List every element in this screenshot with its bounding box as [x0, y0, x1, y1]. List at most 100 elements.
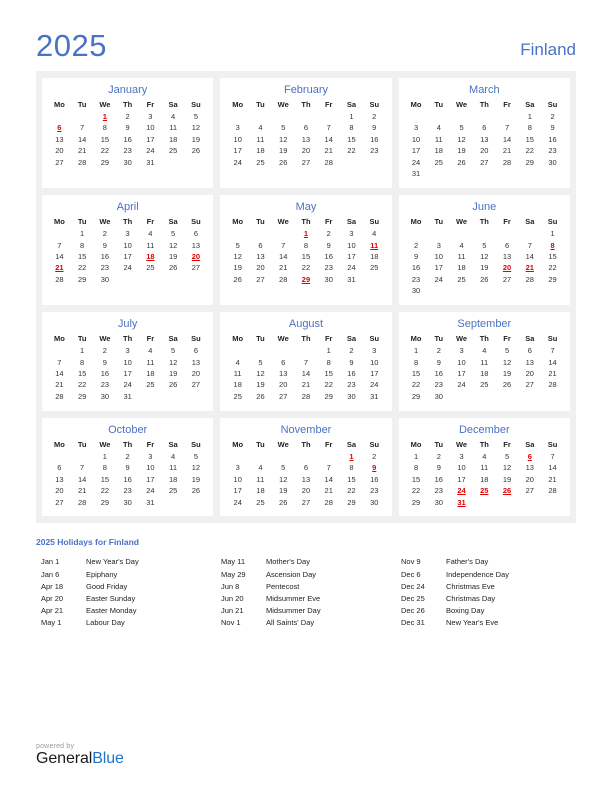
- day-cell: 29: [100, 497, 110, 507]
- day-cell: 6: [57, 463, 62, 473]
- day-cell: 31: [411, 169, 421, 179]
- day-cell-holiday: 1: [303, 229, 309, 239]
- day-cell: 4: [258, 463, 263, 473]
- holiday-name: Ascension Day: [266, 569, 317, 579]
- week-row: 14 15 16 17 18 19 20: [48, 368, 207, 379]
- day-cell: 29: [77, 391, 87, 401]
- day-cell: 26: [191, 146, 201, 156]
- day-cell: 5: [171, 229, 176, 239]
- month-name-label: February: [283, 84, 328, 96]
- day-cell-empty: [295, 451, 318, 462]
- holiday-list-item: May 29 Ascension Day: [221, 569, 401, 581]
- day-cell: 23: [548, 146, 557, 156]
- day-cell: 18: [256, 146, 265, 156]
- day-cell: 1: [80, 229, 85, 239]
- holiday-name: New Year's Eve: [446, 618, 499, 628]
- day-cell: 7: [527, 240, 532, 250]
- day-cell: 13: [279, 369, 288, 379]
- day-cell: 9: [372, 123, 377, 133]
- day-cell-empty: [249, 346, 272, 357]
- day-cell-holiday: 29: [301, 274, 311, 284]
- day-cell: 19: [502, 474, 512, 484]
- calendar-panel: January Mo Tu We Th Fr Sa Su 1 2 3 4 5 6 7 8 9 10 11 12 13 14…: [36, 71, 576, 524]
- day-cell: 6: [281, 357, 286, 367]
- day-cell: 17: [146, 134, 155, 144]
- day-cell-empty: [496, 286, 519, 297]
- weekday-header-we: We: [277, 439, 289, 449]
- holidays-column: Jan 1 New Year's Day Jan 6 Epiphany Apr 18 Go…: [41, 556, 221, 629]
- day-cell: 8: [102, 123, 107, 133]
- week-row: 3 4 5 6 7 8 9: [405, 123, 564, 134]
- day-cell: 22: [411, 380, 421, 390]
- day-cell: 14: [502, 134, 512, 144]
- day-cell: 21: [548, 369, 557, 379]
- month-name-label: September: [457, 318, 512, 331]
- day-cell: 28: [548, 380, 557, 390]
- day-cell: 11: [233, 369, 242, 379]
- day-cell: 20: [55, 486, 64, 496]
- day-cell: 11: [169, 123, 178, 133]
- holiday-date: May 29: [221, 569, 246, 579]
- weekday-header-tu: Tu: [434, 217, 444, 227]
- day-cell-holiday: 6: [527, 451, 532, 461]
- day-cell: 7: [326, 123, 331, 133]
- day-cell: 21: [324, 486, 333, 496]
- week-row: 21 22 23 24 25 26 27: [48, 263, 207, 274]
- day-cell: 2: [413, 240, 419, 250]
- week-row: 1: [405, 229, 564, 240]
- weekday-header-sa: Sa: [525, 217, 535, 227]
- week-row: 18 19 20 21 22 23 24: [226, 380, 385, 391]
- day-cell: 4: [171, 451, 176, 461]
- weekday-header-sa: Sa: [346, 439, 357, 449]
- day-cell: 25: [233, 391, 242, 401]
- day-cell: 24: [411, 157, 421, 167]
- weekday-header-we: We: [455, 100, 468, 110]
- day-cell: 23: [123, 146, 132, 156]
- day-cell: 12: [502, 357, 512, 367]
- weekday-header-th: Th: [123, 100, 133, 110]
- day-cell: 3: [235, 463, 240, 473]
- month-card-october: October Mo Tu We Th Fr Sa Su 1 2 3 4 5 6 7 8 9 10 11 12 13 14…: [42, 417, 214, 517]
- day-cell: 3: [148, 112, 153, 122]
- day-cell: 26: [256, 391, 265, 401]
- day-cell: 15: [100, 474, 110, 484]
- day-cell-holiday: 26: [502, 486, 512, 496]
- day-cell: 10: [347, 240, 356, 250]
- day-cell: 23: [347, 380, 356, 390]
- day-cell-empty: [162, 391, 185, 402]
- day-cell-empty: [496, 391, 519, 402]
- holiday-name: Independence Day: [446, 569, 509, 579]
- holiday-list-item: Dec 26 Boxing Day: [401, 605, 576, 617]
- day-cell-holiday: 20: [502, 263, 512, 273]
- day-cell: 27: [301, 497, 311, 507]
- day-cell: 17: [434, 263, 443, 273]
- day-cell-empty: [541, 286, 564, 297]
- day-cell: 17: [457, 369, 466, 379]
- day-cell: 3: [436, 240, 441, 250]
- week-row: 6 7 8 9 10 11 12: [48, 123, 207, 134]
- day-cell: 29: [324, 391, 333, 401]
- day-cell: 16: [411, 263, 421, 273]
- day-cell: 22: [548, 263, 557, 273]
- day-cell-holiday: 25: [480, 486, 489, 496]
- day-cell: 11: [480, 357, 489, 367]
- footer-branding: powered by GeneralBlue: [36, 743, 124, 768]
- week-row: 10 11 12 13 14 15 16: [226, 134, 385, 145]
- day-cell: 4: [235, 357, 240, 367]
- holiday-name: Midsummer Eve: [266, 593, 321, 603]
- day-cell-empty: [295, 346, 318, 357]
- weekday-header-fr: Fr: [324, 439, 333, 449]
- weekday-header-mo: Mo: [410, 100, 422, 110]
- weekday-header-th: Th: [301, 334, 311, 344]
- day-cell: 10: [370, 357, 379, 367]
- week-row: 27 28 29 30 31: [48, 157, 207, 168]
- day-cell: 28: [77, 157, 87, 167]
- week-row: 4 5 6 7 8 9 10: [226, 357, 385, 368]
- day-cell: 10: [434, 251, 443, 261]
- day-cell-empty: [473, 497, 496, 508]
- day-cell: 12: [191, 463, 201, 473]
- day-cell: 27: [191, 380, 201, 390]
- day-cell: 7: [303, 357, 309, 367]
- day-cell: 29: [77, 274, 87, 284]
- day-cell: 2: [125, 451, 130, 461]
